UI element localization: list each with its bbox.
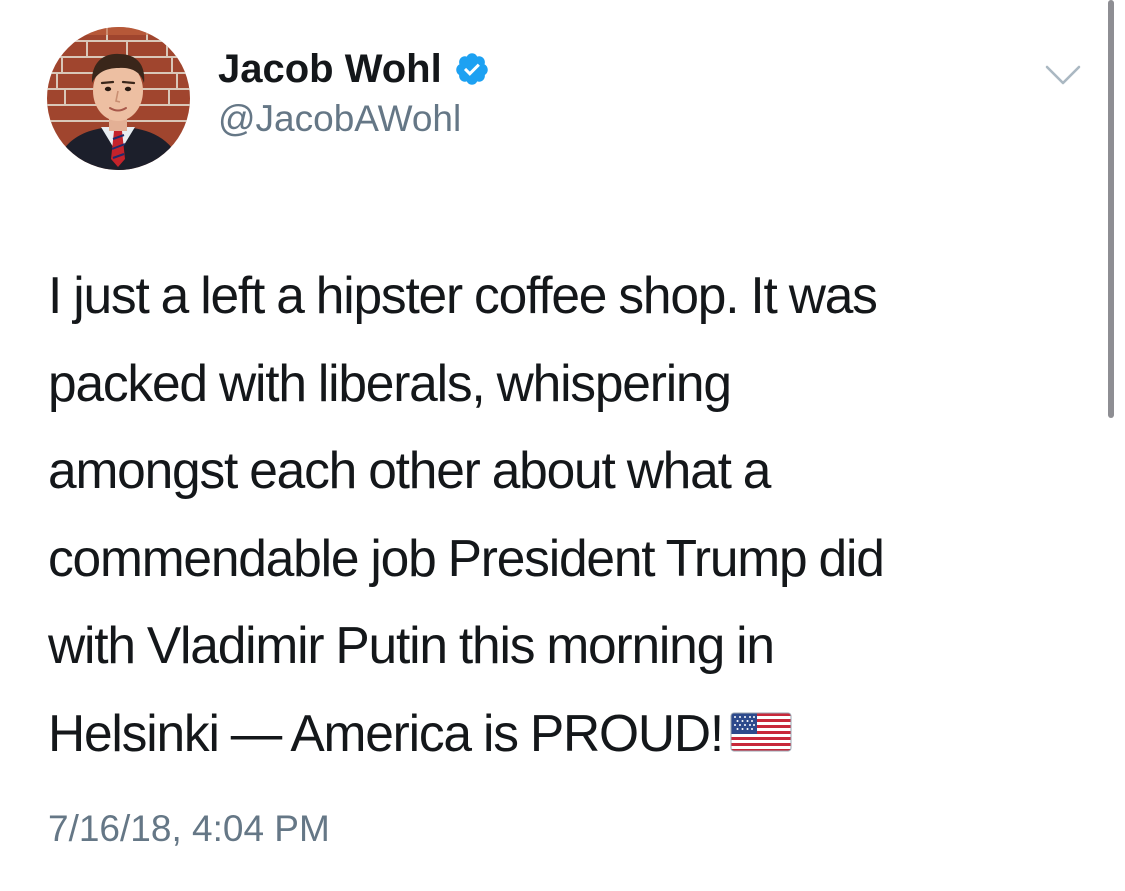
tweet-text-line: amongst each other about what a	[48, 441, 771, 499]
us-flag-emoji-icon	[729, 694, 793, 751]
author-name-row: Jacob Wohl	[218, 44, 490, 94]
author-avatar[interactable]	[47, 27, 190, 170]
author-display-name[interactable]: Jacob Wohl	[218, 47, 442, 92]
avatar-photo-image	[47, 27, 190, 170]
tweet-timestamp[interactable]: 7/16/18, 4:04 PM	[48, 808, 330, 850]
scrollbar-thumb[interactable]	[1108, 0, 1114, 418]
tweet-text-line: commendable job President Trump did	[48, 528, 885, 587]
author-handle[interactable]: @JacobAWohl	[218, 98, 461, 140]
tweet-text-line: I just a left a hipster coffee shop. It …	[48, 266, 878, 324]
tweet-text-line: with Vladimir Putin this morning in	[48, 616, 775, 674]
chevron-down-icon[interactable]	[1045, 64, 1081, 86]
tweet-text-line: packed with liberals, whispering	[48, 353, 732, 412]
tweet-text-line: Helsinki — America is PROUD!	[48, 703, 724, 762]
tweet-text: I just a left a hipster coffee shop. It …	[48, 252, 1098, 777]
verified-badge-icon	[454, 51, 490, 87]
tweet-text-last-line: Helsinki — America is PROUD!	[48, 690, 1098, 778]
tweet-detail: Jacob Wohl @JacobAWohl I just a left a h…	[0, 0, 1125, 891]
